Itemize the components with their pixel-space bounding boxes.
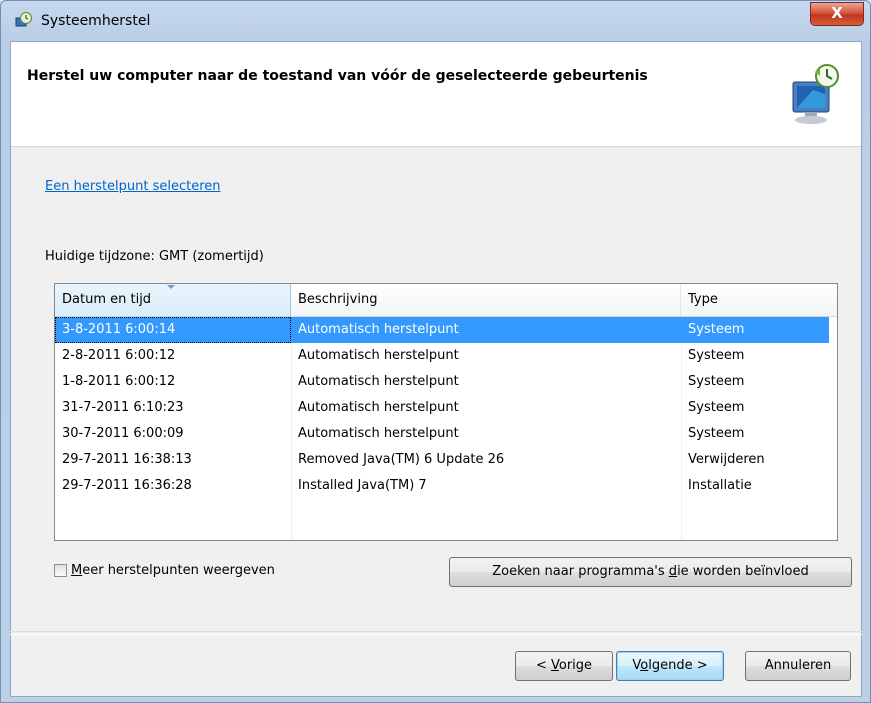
title-bar[interactable]: Systeemherstel X	[1, 1, 870, 41]
column-header-type-label: Type	[688, 292, 718, 307]
column-header-date[interactable]: Datum en tijd	[55, 284, 291, 316]
close-icon: X	[831, 4, 843, 22]
restore-points-list[interactable]: Datum en tijd Beschrijving Type 3-8-2011…	[54, 283, 838, 541]
sort-arrow-icon	[167, 285, 175, 289]
timezone-label: Huidige tijdzone: GMT (zomertijd)	[45, 249, 264, 264]
next-button[interactable]: Volgende >	[616, 651, 724, 681]
table-row[interactable]: 2-8-2011 6:00:12 Automatisch herstelpunt S…	[55, 343, 837, 369]
type-cell: Systeem	[681, 317, 829, 343]
description-cell: Automatisch herstelpunt	[298, 348, 459, 363]
type-cell: Systeem	[688, 348, 745, 363]
date-cell: 2-8-2011 6:00:12	[62, 348, 176, 363]
date-cell: 29-7-2011 16:36:28	[62, 478, 192, 493]
date-cell: 30-7-2011 6:00:09	[62, 426, 184, 441]
column-header-date-label: Datum en tijd	[62, 292, 152, 307]
system-restore-icon	[15, 12, 32, 27]
close-button[interactable]: X	[810, 2, 864, 26]
description-cell: Removed Java(TM) 6 Update 26	[298, 452, 505, 467]
system-restore-window: Systeemherstel X Herstel uw computer naa…	[0, 0, 871, 703]
footer-separator	[10, 631, 862, 635]
wizard-header: Herstel uw computer naar de toestand van…	[11, 42, 861, 147]
list-header: Datum en tijd Beschrijving Type	[55, 284, 837, 317]
more-restore-points-label: Meer herstelpunten weergeven	[71, 563, 275, 578]
cancel-button[interactable]: Annuleren	[745, 651, 851, 681]
page-title: Herstel uw computer naar de toestand van…	[27, 68, 648, 84]
type-cell: Systeem	[688, 426, 745, 441]
table-row[interactable]: 30-7-2011 6:00:09 Automatisch herstelpunt…	[55, 421, 837, 447]
scan-affected-programs-button[interactable]: Zoeken naar programma's die worden beïnv…	[449, 557, 852, 587]
list-rows: 3-8-2011 6:00:14 Automatisch herstelpunt S…	[55, 317, 837, 499]
description-cell: Automatisch herstelpunt	[291, 317, 681, 343]
more-restore-points-checkbox[interactable]	[54, 564, 67, 577]
description-cell: Installed Java(TM) 7	[298, 478, 427, 493]
window-title: Systeemherstel	[41, 13, 151, 29]
computer-restore-icon	[792, 64, 839, 124]
type-cell: Verwijderen	[688, 452, 765, 467]
column-header-description-label: Beschrijving	[298, 292, 378, 307]
date-cell: 31-7-2011 6:10:23	[62, 400, 184, 415]
type-cell: Systeem	[688, 400, 745, 415]
date-cell: 3-8-2011 6:00:14	[55, 317, 291, 343]
table-row[interactable]: 3-8-2011 6:00:14 Automatisch herstelpunt S…	[55, 317, 837, 343]
description-cell: Automatisch herstelpunt	[298, 374, 459, 389]
type-cell: Installatie	[688, 478, 752, 493]
table-row[interactable]: 1-8-2011 6:00:12 Automatisch herstelpunt S…	[55, 369, 837, 395]
table-row[interactable]: 29-7-2011 16:36:28 Installed Java(TM) 7 In…	[55, 473, 837, 499]
table-row[interactable]: 29-7-2011 16:38:13 Removed Java(TM) 6 Upd…	[55, 447, 837, 473]
select-restore-point-link[interactable]: Een herstelpunt selecteren	[45, 179, 221, 194]
description-cell: Automatisch herstelpunt	[298, 426, 459, 441]
date-cell: 29-7-2011 16:38:13	[62, 452, 192, 467]
back-button[interactable]: < Vorige	[515, 651, 613, 681]
date-cell: 1-8-2011 6:00:12	[62, 374, 176, 389]
type-cell: Systeem	[688, 374, 745, 389]
column-header-description[interactable]: Beschrijving	[291, 284, 681, 316]
table-row[interactable]: 31-7-2011 6:10:23 Automatisch herstelpunt…	[55, 395, 837, 421]
description-cell: Automatisch herstelpunt	[298, 400, 459, 415]
column-header-type[interactable]: Type	[681, 284, 829, 316]
